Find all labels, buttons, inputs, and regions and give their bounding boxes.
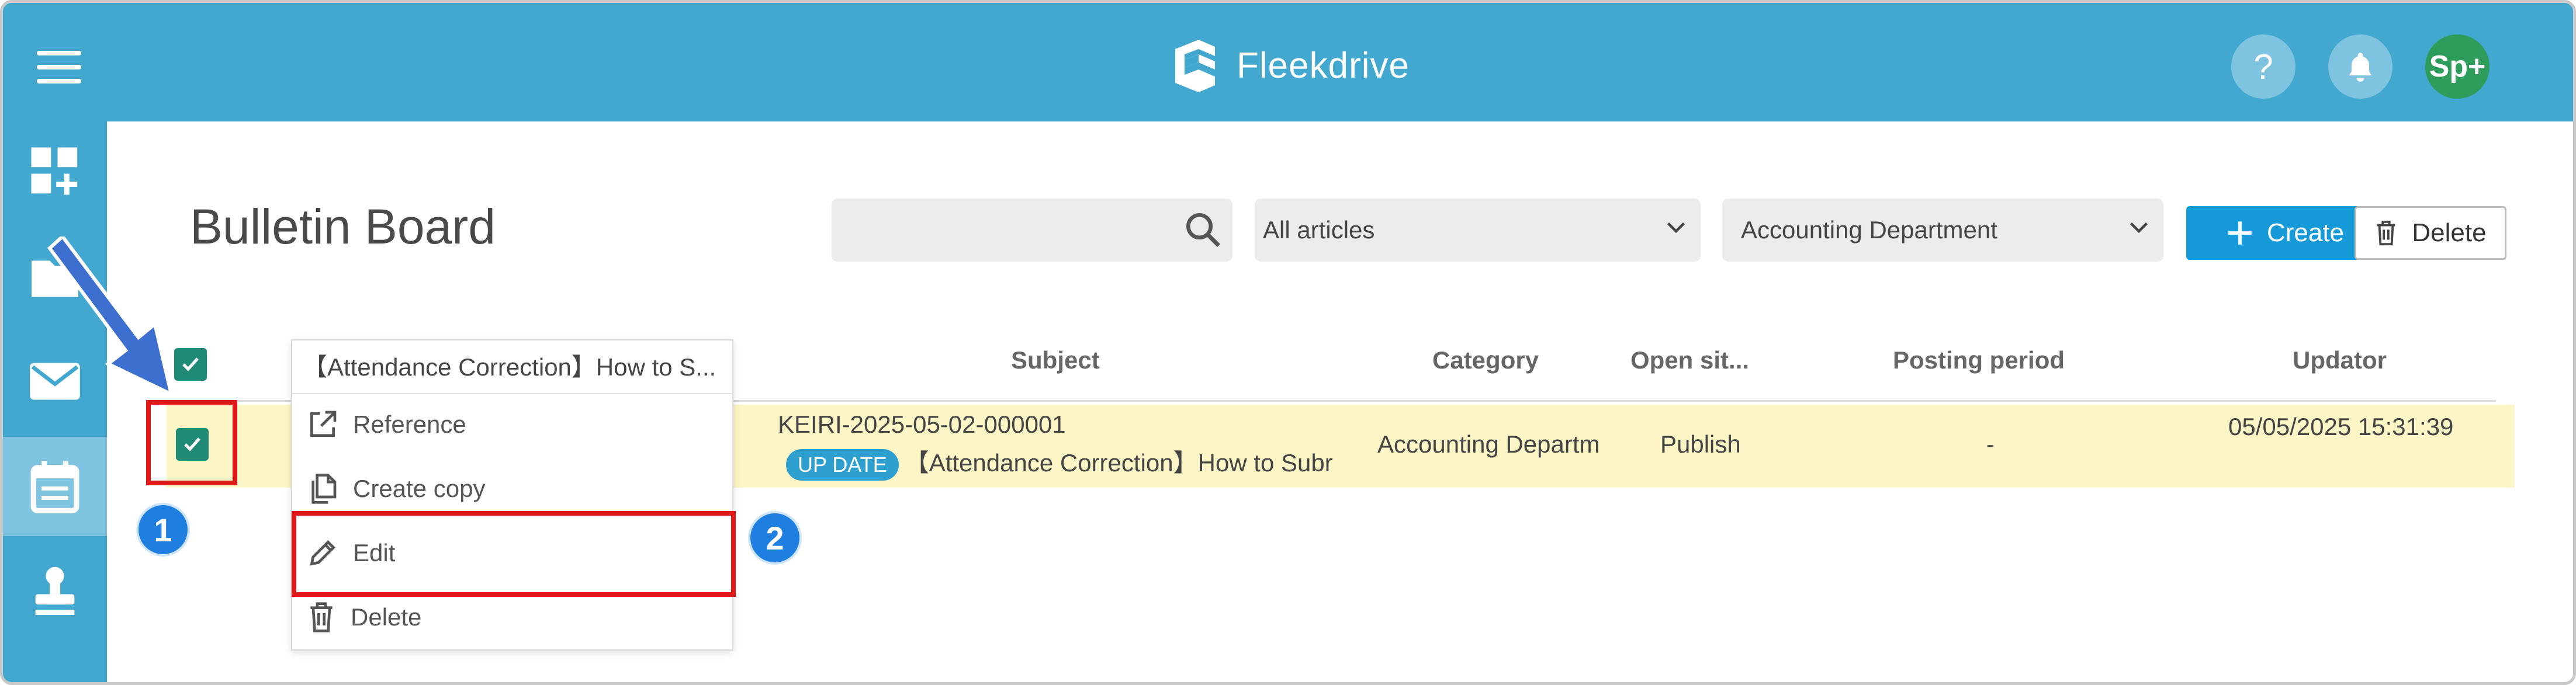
- help-label: ?: [2253, 47, 2273, 86]
- highlight-edit-box: [292, 511, 736, 597]
- row-article-id: KEIRI-2025-05-02-000001: [778, 411, 1066, 438]
- department-filter-value: Accounting Department: [1741, 216, 1997, 244]
- highlight-checkbox-box: [146, 400, 237, 485]
- row-updated: 05/05/2025 15:31:39: [2228, 413, 2454, 440]
- user-initials: Sp+: [2429, 50, 2486, 84]
- delete-button[interactable]: Delete: [2355, 206, 2506, 260]
- department-filter-select[interactable]: Accounting Department: [1722, 199, 2163, 262]
- notifications-button[interactable]: [2328, 34, 2393, 99]
- menu-item-create-copy[interactable]: Create copy: [306, 465, 485, 512]
- calendar-icon: [30, 461, 79, 513]
- context-menu-divider: [292, 393, 732, 394]
- update-badge: UP DATE: [786, 448, 899, 481]
- top-header: Fleekdrive ? Sp+: [3, 3, 2573, 121]
- trash-icon: [310, 602, 333, 632]
- row-open-site: Publish: [1660, 430, 1741, 458]
- step-2-badge: 2: [748, 511, 802, 565]
- context-menu-title: 【Attendance Correction】How to S...: [303, 353, 716, 381]
- menu-item-label: Reference: [353, 411, 466, 438]
- articles-filter-select[interactable]: All articles: [1255, 199, 1701, 262]
- menu-item-label: Delete: [351, 603, 422, 631]
- step-1-badge: 1: [136, 503, 190, 557]
- user-avatar[interactable]: Sp+: [2425, 34, 2490, 99]
- column-header-updator[interactable]: Updator: [2293, 346, 2387, 374]
- copy-icon: [311, 474, 337, 504]
- row-context-menu: 【Attendance Correction】How to S... Refer…: [291, 339, 733, 651]
- fleekdrive-logo-icon: [1175, 40, 1215, 92]
- dashboard-add-icon: [31, 147, 78, 195]
- pointer-arrow-icon: [47, 237, 174, 398]
- app-logo: Fleekdrive: [1163, 33, 1410, 98]
- row-subject[interactable]: UP DATE 【Attendance Correction】How to Sub…: [786, 443, 1347, 481]
- column-header-category[interactable]: Category: [1432, 346, 1539, 374]
- column-header-open-site[interactable]: Open sit...: [1630, 346, 1749, 374]
- trash-icon: [2377, 220, 2395, 246]
- sidebar-item-bulletin[interactable]: [3, 437, 107, 536]
- help-button[interactable]: ?: [2231, 34, 2295, 99]
- menu-item-delete[interactable]: Delete: [306, 594, 421, 641]
- app-name: Fleekdrive: [1237, 45, 1410, 86]
- chevron-down-icon: [1667, 222, 1685, 234]
- menu-item-label: Create copy: [353, 475, 486, 502]
- delete-label: Delete: [2412, 218, 2487, 247]
- column-header-subject[interactable]: Subject: [1011, 346, 1100, 374]
- bell-icon: [2349, 53, 2372, 82]
- app-window: Fleekdrive ? Sp+ Bulletin Board All arti…: [0, 0, 2576, 685]
- articles-filter-value: All articles: [1263, 216, 1375, 244]
- external-link-icon: [310, 411, 337, 437]
- menu-item-reference[interactable]: Reference: [306, 401, 466, 448]
- search-input[interactable]: [832, 199, 1232, 262]
- chevron-down-icon: [2130, 222, 2148, 234]
- search-icon: [1186, 213, 1221, 248]
- create-label: Create: [2266, 218, 2345, 247]
- check-icon: [182, 357, 199, 371]
- row-subject-text: 【Attendance Correction】How to Subr: [904, 449, 1333, 477]
- select-all-checkbox[interactable]: [174, 348, 207, 381]
- row-posting-period: -: [1986, 430, 1995, 458]
- sidebar-item-dashboard[interactable]: [3, 121, 107, 221]
- sidebar-item-approval[interactable]: [3, 542, 107, 641]
- page-title: Bulletin Board: [190, 199, 496, 254]
- column-header-posting-period[interactable]: Posting period: [1893, 346, 2065, 374]
- row-category: Accounting Departm: [1377, 430, 1600, 458]
- stamp-icon: [35, 566, 75, 615]
- menu-icon[interactable]: [37, 51, 81, 84]
- plus-icon: [2228, 221, 2252, 245]
